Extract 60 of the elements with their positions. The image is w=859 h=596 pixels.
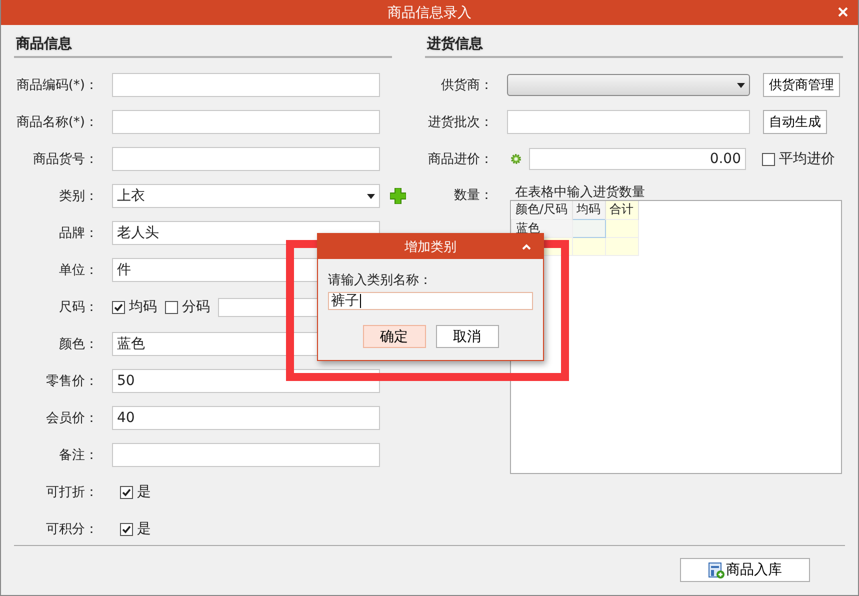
dropdown-caret-icon <box>367 194 375 198</box>
table-cell <box>605 219 638 237</box>
auto-generate-button[interactable]: 自动生成 <box>763 110 827 134</box>
price-field[interactable]: 0.00 <box>529 148 746 170</box>
checkbox-label: 分码 <box>182 298 210 316</box>
dialog-title: 增加类别 <box>404 238 456 256</box>
field-label: 商品进价： <box>427 151 493 168</box>
size-field[interactable] <box>218 298 318 316</box>
text-field[interactable] <box>112 73 380 97</box>
checkbox-label: 平均进价 <box>779 150 835 168</box>
group-legend: 在表格中输入进货数量 <box>513 186 842 200</box>
checkbox[interactable] <box>112 300 125 314</box>
dialog-button[interactable]: 确定 <box>362 325 426 348</box>
field-label: 商品名称(*)： <box>15 114 98 131</box>
column-header: 颜色/尺码 <box>512 201 572 219</box>
field-label: 进货批次： <box>427 114 493 131</box>
section-heading: 商品信息 <box>14 25 392 58</box>
field-label: 颜色： <box>58 336 98 353</box>
batch-field[interactable] <box>507 110 750 134</box>
checkbox-label: 是 <box>137 483 151 501</box>
field-label: 品牌： <box>58 225 98 242</box>
checkbox[interactable] <box>120 486 133 498</box>
gear-icon[interactable] <box>511 152 521 166</box>
checkbox-label: 是 <box>137 520 151 538</box>
field-label: 会员价： <box>45 410 98 427</box>
quantity-input-cell[interactable] <box>572 219 606 237</box>
field-label: 备注： <box>58 447 98 464</box>
supplier-manage-button[interactable]: 供货商管理 <box>763 73 840 97</box>
text-field[interactable]: 40 <box>112 406 380 430</box>
field-label: 尺码： <box>58 299 98 316</box>
text-field[interactable] <box>112 110 380 134</box>
table-add-icon <box>708 562 725 578</box>
field-label: 类别： <box>58 188 98 205</box>
field-label: 数量： <box>453 187 493 204</box>
dropdown-caret-icon <box>737 82 745 88</box>
dialog-button[interactable]: 取消 <box>436 325 498 348</box>
add-icon[interactable] <box>390 188 406 204</box>
category-select[interactable]: 上衣 <box>112 184 380 208</box>
checkbox[interactable] <box>762 152 775 166</box>
field-label: 商品编码(*)： <box>15 77 98 94</box>
checkbox-label: 均码 <box>129 298 157 316</box>
supplier-select[interactable] <box>507 74 750 96</box>
text-field[interactable] <box>112 443 380 467</box>
checkbox[interactable] <box>165 300 178 314</box>
stock-in-button[interactable]: 商品入库 <box>680 558 810 582</box>
field-label: 供货商： <box>440 77 493 94</box>
table-cell <box>572 237 606 255</box>
checkbox[interactable] <box>120 522 133 536</box>
field-label: 零售价： <box>45 373 98 390</box>
window-title: 商品信息录入 <box>388 4 472 22</box>
section-heading: 进货信息 <box>425 25 843 58</box>
column-header: 均码 <box>572 201 606 219</box>
column-header: 合计 <box>605 201 638 219</box>
field-label: 单位： <box>58 262 98 279</box>
field-label: 可打折： <box>45 484 98 501</box>
field-label: 可积分： <box>45 521 98 538</box>
category-name-field[interactable]: 裤子 <box>328 292 533 310</box>
field-label: 商品货号： <box>32 151 98 168</box>
text-field[interactable] <box>112 147 380 171</box>
table-cell <box>605 237 638 255</box>
